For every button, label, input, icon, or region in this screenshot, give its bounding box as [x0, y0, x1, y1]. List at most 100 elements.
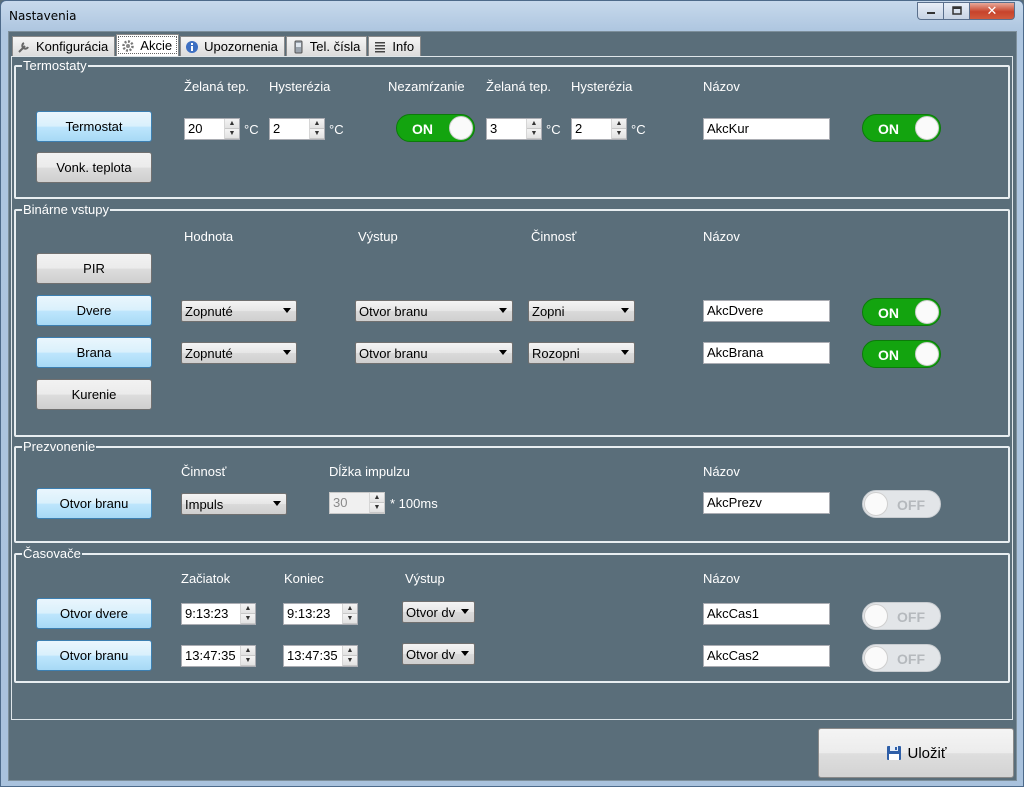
header-name: Názov	[703, 79, 740, 94]
minimize-button[interactable]	[917, 2, 944, 20]
vonk-teplota-button[interactable]: Vonk. teplota	[36, 152, 152, 183]
chevron-down-icon	[499, 350, 507, 355]
termostat-name-input[interactable]: AkcKur	[703, 118, 830, 140]
unit-celsius-1: °C	[244, 122, 259, 137]
tab-strip: Konfigurácia Akcie Upozornenia Tel. čísl…	[12, 34, 422, 56]
brana-output-select[interactable]: Otvor branu	[355, 342, 513, 364]
target-temp-1-spinner[interactable]: 20 ▲ ▼	[184, 118, 240, 140]
spin-up-icon[interactable]: ▲	[310, 119, 324, 129]
brana-enabled-toggle[interactable]: ON	[862, 340, 941, 368]
close-button[interactable]: ✕	[970, 2, 1015, 20]
timer-2-end-spinner[interactable]: 13:47:35 ▲ ▼	[283, 645, 358, 667]
termostat-button[interactable]: Termostat	[36, 111, 152, 142]
brana-action-select[interactable]: Rozopni	[528, 342, 635, 364]
spin-up-icon[interactable]: ▲	[527, 119, 541, 129]
timer-1-button[interactable]: Otvor dvere	[36, 598, 152, 629]
brana-button[interactable]: Brana	[36, 337, 152, 368]
header-action: Činnosť	[531, 229, 577, 244]
prezvonenie-name-input[interactable]: AkcPrezv	[703, 492, 830, 514]
dvere-action-select[interactable]: Zopni	[528, 300, 635, 322]
maximize-button[interactable]	[944, 2, 970, 20]
timer-1-toggle-label: OFF	[897, 609, 925, 625]
spin-down-icon[interactable]: ▼	[225, 129, 239, 139]
spin-down-icon[interactable]: ▼	[612, 129, 626, 139]
spin-up-icon[interactable]: ▲	[343, 604, 357, 614]
prezvonenie-legend: Prezvonenie	[23, 439, 96, 454]
dvere-output-select[interactable]: Otvor branu	[355, 300, 513, 322]
timer-2-output-select[interactable]: Otvor dv	[402, 643, 475, 665]
hysteresis-2-spinner[interactable]: 2 ▲ ▼	[571, 118, 627, 140]
termostat-enabled-toggle-label: ON	[878, 121, 899, 137]
target-temp-1-value: 20	[188, 121, 203, 136]
spin-up-icon[interactable]: ▲	[343, 646, 357, 656]
timer-2-button[interactable]: Otvor branu	[36, 640, 152, 671]
tab-akcie[interactable]: Akcie	[116, 34, 180, 56]
prezvonenie-otvor-branu-button[interactable]: Otvor branu	[36, 488, 152, 519]
timer-2-enabled-toggle[interactable]: OFF	[862, 644, 941, 672]
unit-celsius-3: °C	[546, 122, 561, 137]
spin-up-icon[interactable]: ▲	[612, 119, 626, 129]
casovace-group: Časovače	[14, 547, 1010, 683]
brana-value-select[interactable]: Zopnuté	[181, 342, 297, 364]
maximize-icon	[951, 6, 962, 15]
timer-2-name-input[interactable]: AkcCas2	[703, 645, 830, 667]
timer-2-start-spinner[interactable]: 13:47:35 ▲ ▼	[181, 645, 256, 667]
unit-celsius-4: °C	[631, 122, 646, 137]
brana-action-text: Rozopni	[532, 345, 580, 361]
header-hysteresis-2: Hysterézia	[571, 79, 633, 94]
timer-2-end-value: 13:47:35	[287, 648, 338, 663]
tab-upozornenia[interactable]: Upozornenia	[180, 36, 285, 56]
timer-1-output-select[interactable]: Otvor dv	[402, 601, 475, 623]
dvere-button[interactable]: Dvere	[36, 295, 152, 326]
hysteresis-1-spinner[interactable]: 2 ▲ ▼	[269, 118, 325, 140]
pulse-length-spinner[interactable]: 30 ▲ ▼	[329, 492, 385, 514]
title-bar[interactable]: Nastavenia ✕	[1, 1, 1023, 29]
dvere-value-select[interactable]: Zopnuté	[181, 300, 297, 322]
spin-up-icon[interactable]: ▲	[225, 119, 239, 129]
spin-down-icon[interactable]: ▼	[241, 614, 255, 624]
chevron-down-icon	[283, 350, 291, 355]
tab-konfiguracia[interactable]: Konfigurácia	[12, 36, 116, 56]
termostat-enabled-toggle[interactable]: ON	[862, 114, 941, 142]
target-temp-2-spinner[interactable]: 3 ▲ ▼	[486, 118, 542, 140]
save-button-label: Uložiť	[907, 744, 947, 762]
header-value: Hodnota	[184, 229, 234, 244]
timer-1-end-value: 9:13:23	[287, 606, 331, 621]
pulse-length-value: 30	[333, 495, 348, 510]
spin-down-icon[interactable]: ▼	[343, 614, 357, 624]
tab-tel-cisla[interactable]: Tel. čísla	[285, 36, 368, 56]
chevron-down-icon	[273, 501, 281, 506]
timer-1-start-spinner[interactable]: 9:13:23 ▲ ▼	[181, 603, 256, 625]
prezvonenie-enabled-toggle[interactable]: OFF	[862, 490, 941, 518]
chevron-down-icon	[283, 308, 291, 313]
header-name: Názov	[703, 571, 740, 586]
spin-down-icon[interactable]: ▼	[370, 503, 384, 513]
spin-down-icon[interactable]: ▼	[527, 129, 541, 139]
spin-up-icon[interactable]: ▲	[370, 493, 384, 503]
header-end: Koniec	[284, 571, 324, 586]
pir-button[interactable]: PIR	[36, 253, 152, 284]
spin-up-icon[interactable]: ▲	[241, 604, 255, 614]
timer-1-name-input[interactable]: AkcCas1	[703, 603, 830, 625]
timer-1-enabled-toggle[interactable]: OFF	[862, 602, 941, 630]
spin-down-icon[interactable]: ▼	[343, 656, 357, 666]
save-button[interactable]: Uložiť	[818, 728, 1014, 778]
dvere-enabled-toggle[interactable]: ON	[862, 298, 941, 326]
close-icon: ✕	[986, 3, 998, 18]
kurenie-button[interactable]: Kurenie	[36, 379, 152, 410]
spin-down-icon[interactable]: ▼	[310, 129, 324, 139]
freeze-toggle[interactable]: ON	[396, 114, 475, 142]
casovace-legend: Časovače	[23, 546, 81, 561]
prezvonenie-action-select[interactable]: Impuls	[181, 493, 287, 515]
dvere-name-input[interactable]: AkcDvere	[703, 300, 830, 322]
tab-info[interactable]: Info	[368, 36, 422, 56]
timer-1-end-spinner[interactable]: 9:13:23 ▲ ▼	[283, 603, 358, 625]
spin-up-icon[interactable]: ▲	[241, 646, 255, 656]
header-action: Činnosť	[181, 464, 227, 479]
spin-down-icon[interactable]: ▼	[241, 656, 255, 666]
header-output: Výstup	[405, 571, 445, 586]
chevron-down-icon	[461, 609, 469, 614]
tab-info-label: Info	[392, 39, 415, 54]
brana-name-input[interactable]: AkcBrana	[703, 342, 830, 364]
chevron-down-icon	[621, 308, 629, 313]
